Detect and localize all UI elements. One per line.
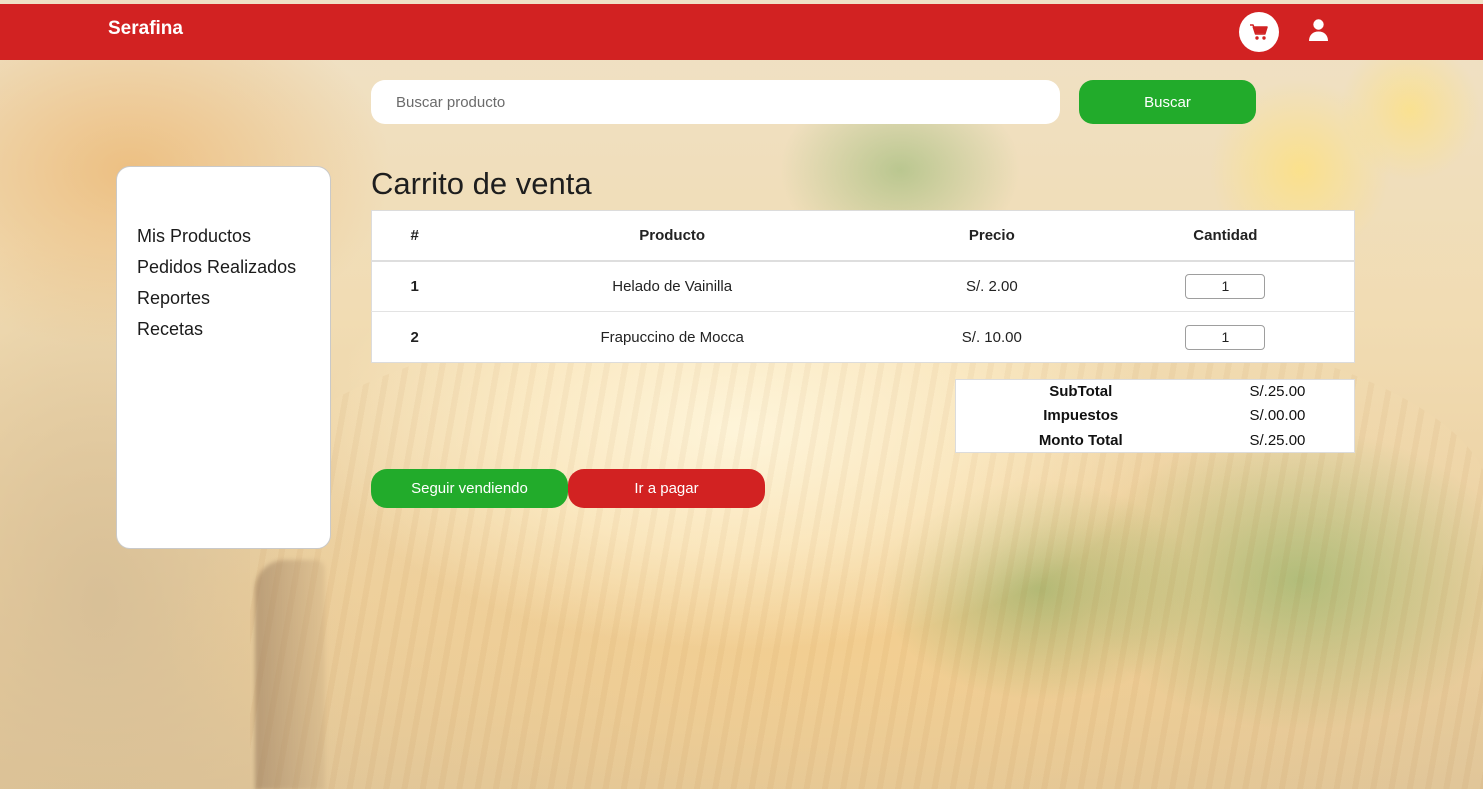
- row-index: 1: [371, 260, 458, 312]
- user-icon: [1308, 19, 1328, 41]
- page-title: Carrito de venta: [371, 166, 592, 201]
- background-bark: [255, 560, 325, 789]
- quantity-input[interactable]: [1185, 273, 1266, 299]
- search-button[interactable]: Buscar: [1079, 80, 1256, 124]
- column-header-quantity: Cantidad: [1096, 210, 1355, 262]
- sidebar: Mis Productos Pedidos Realizados Reporte…: [116, 166, 331, 549]
- quantity-input[interactable]: [1185, 324, 1266, 350]
- row-quantity-cell: [1096, 311, 1355, 363]
- tax-label: Impuestos: [1043, 407, 1119, 425]
- total-label: Monto Total: [1038, 431, 1123, 449]
- subtotal-row: SubTotal S/.25.00: [956, 380, 1355, 404]
- row-index: 2: [371, 311, 458, 363]
- table-row: 1 Helado de Vainilla S/. 2.00: [371, 260, 1355, 312]
- column-header-price: Precio: [886, 210, 1097, 262]
- shopping-cart-icon: [1250, 23, 1268, 40]
- subtotal-label: SubTotal: [1049, 383, 1113, 401]
- cart-button[interactable]: [1239, 12, 1279, 52]
- brand-logo[interactable]: Serafina: [108, 18, 183, 40]
- search-input[interactable]: [371, 80, 1060, 124]
- column-header-index: #: [371, 210, 458, 262]
- subtotal-value: S/.25.00: [1249, 383, 1306, 401]
- tax-row: Impuestos S/.00.00: [956, 404, 1355, 428]
- user-button[interactable]: [1306, 16, 1330, 44]
- tax-value: S/.00.00: [1249, 407, 1306, 425]
- sidebar-item-pedidos-realizados[interactable]: Pedidos Realizados: [137, 252, 330, 283]
- navbar: Serafina: [0, 4, 1483, 60]
- row-product: Helado de Vainilla: [457, 260, 887, 312]
- total-value: S/.25.00: [1249, 431, 1306, 449]
- row-price: S/. 2.00: [886, 260, 1097, 312]
- sidebar-item-recetas[interactable]: Recetas: [137, 314, 330, 345]
- row-product: Frapuccino de Mocca: [457, 311, 887, 363]
- continue-selling-button[interactable]: Seguir vendiendo: [371, 469, 568, 508]
- row-quantity-cell: [1096, 260, 1355, 312]
- column-header-product: Producto: [457, 210, 887, 262]
- table-row: 2 Frapuccino de Mocca S/. 10.00: [371, 311, 1355, 363]
- row-price: S/. 10.00: [886, 311, 1097, 363]
- total-row: Monto Total S/.25.00: [956, 428, 1355, 452]
- sidebar-item-reportes[interactable]: Reportes: [137, 283, 330, 314]
- cart-table: # Producto Precio Cantidad 1 Helado de V…: [371, 210, 1355, 363]
- table-header-row: # Producto Precio Cantidad: [371, 210, 1355, 262]
- go-to-pay-button[interactable]: Ir a pagar: [568, 469, 765, 508]
- background-wood: [250, 300, 1483, 789]
- totals-summary: SubTotal S/.25.00 Impuestos S/.00.00 Mon…: [955, 379, 1355, 453]
- sidebar-item-mis-productos[interactable]: Mis Productos: [137, 221, 330, 252]
